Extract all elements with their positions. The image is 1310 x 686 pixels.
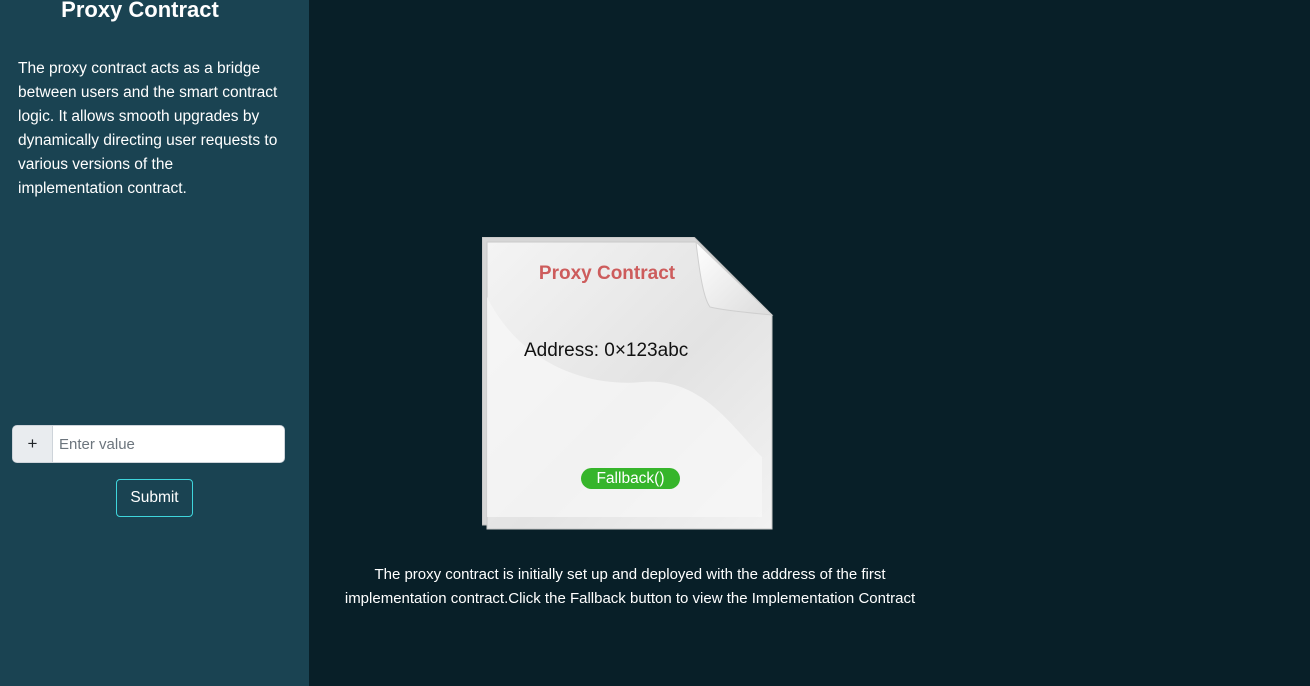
value-input[interactable]: [53, 426, 284, 462]
sidebar: Proxy Contract The proxy contract acts a…: [0, 0, 309, 686]
sidebar-description: The proxy contract acts as a bridge betw…: [18, 60, 278, 197]
proxy-contract-card: Proxy Contract Address: 0×123abc Fallbac…: [482, 237, 774, 531]
plus-icon[interactable]: +: [13, 426, 53, 462]
card-title: Proxy Contract: [538, 263, 676, 284]
main-description: The proxy contract is initially set up a…: [344, 566, 916, 607]
fallback-button[interactable]: Fallback(): [581, 468, 680, 489]
submit-button[interactable]: Submit: [116, 479, 193, 517]
sidebar-title: Proxy Contract: [61, 0, 219, 22]
value-input-group: +: [12, 425, 285, 463]
contract-address: Address: 0×123abc: [524, 340, 689, 361]
